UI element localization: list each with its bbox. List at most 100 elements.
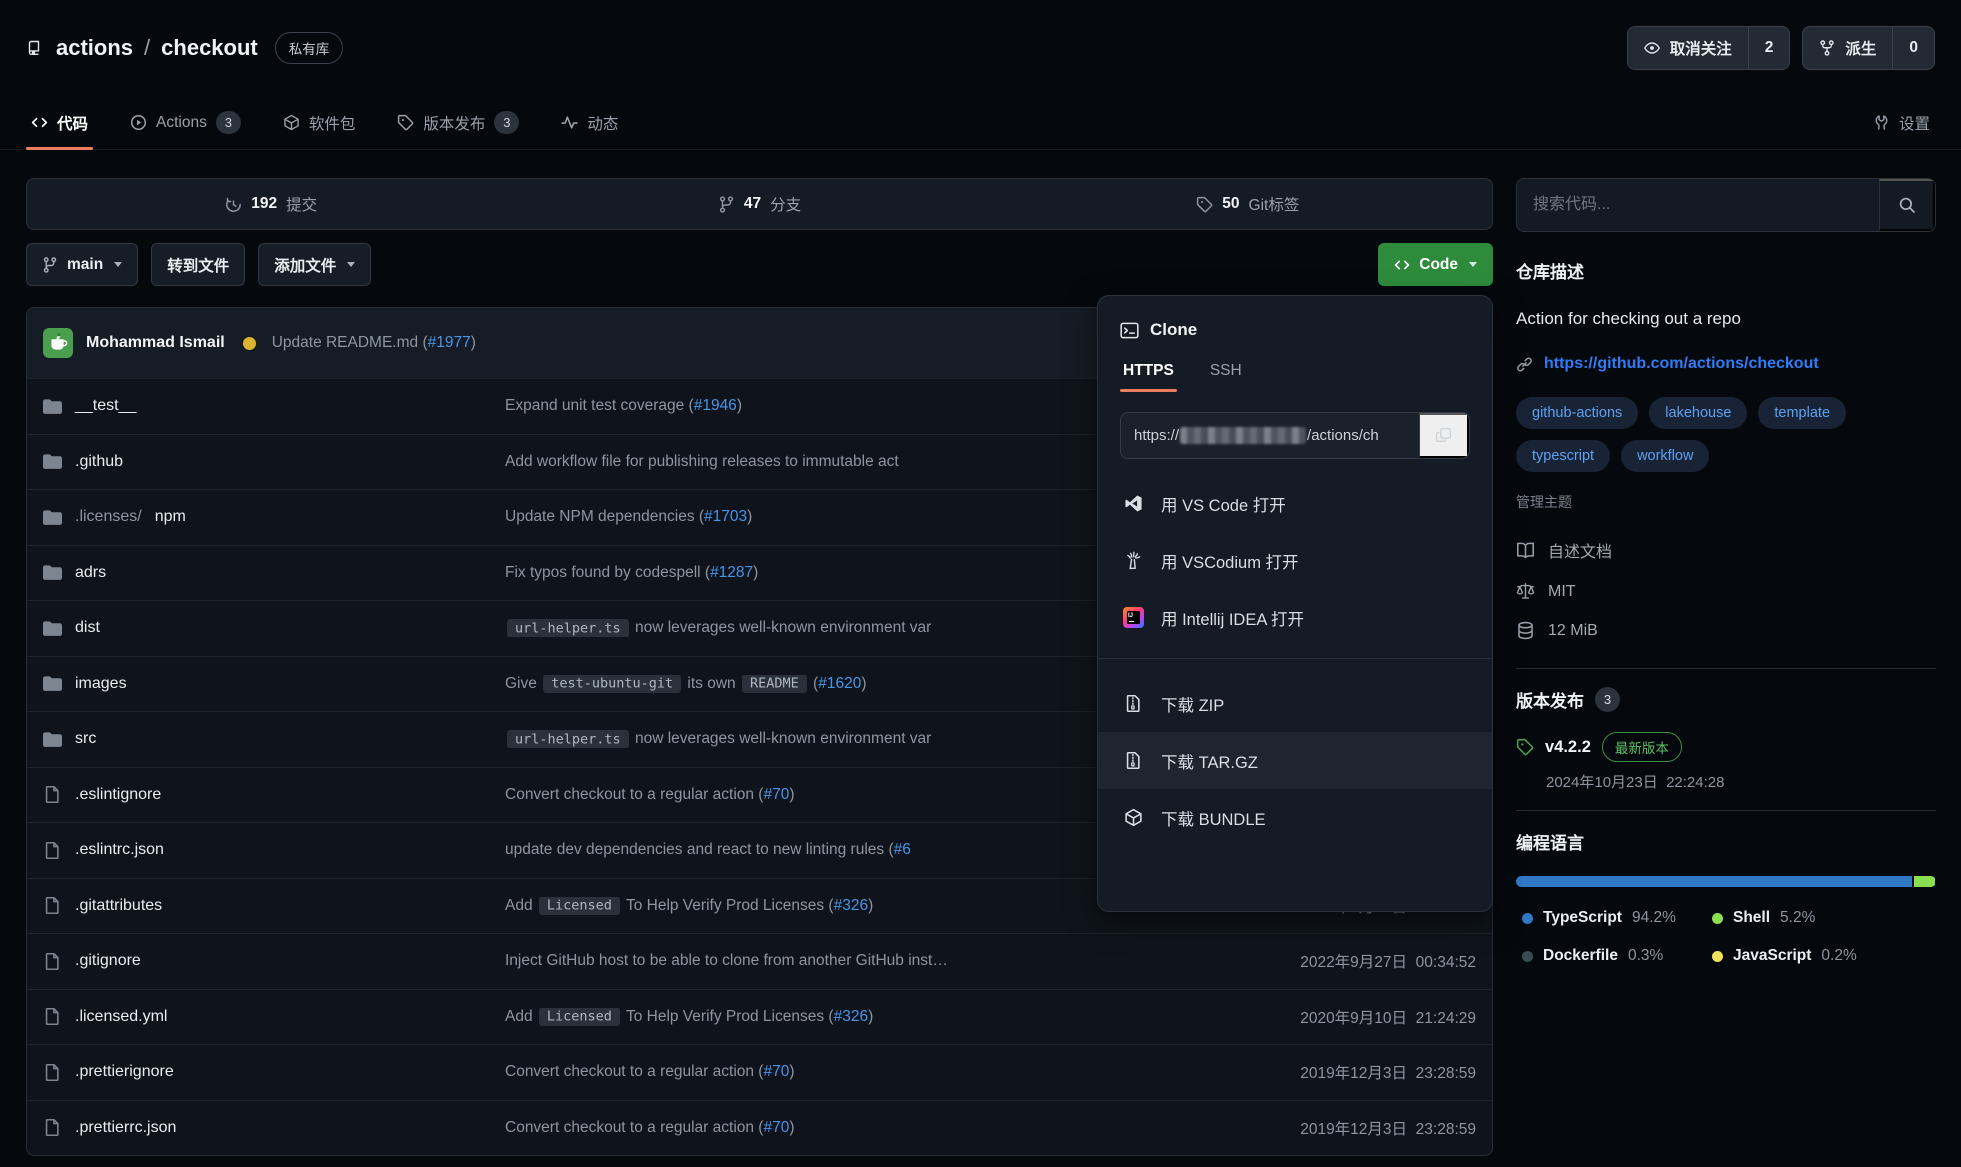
unwatch-button[interactable]: 取消关注 2 bbox=[1627, 26, 1791, 70]
commit-message-cell[interactable]: Give test-ubuntu-git its own README (#16… bbox=[505, 675, 1200, 693]
releases-heading[interactable]: 版本发布 bbox=[1516, 687, 1584, 712]
language-legend-item[interactable]: Shell5.2% bbox=[1712, 909, 1936, 927]
commit-author[interactable]: Mohammad Ismail bbox=[86, 334, 225, 352]
commit-message-cell[interactable]: url-helper.ts now leverages well-known e… bbox=[505, 730, 1200, 748]
menu-item-vscode[interactable]: 用 VS Code 打开 bbox=[1098, 475, 1492, 532]
tab-activity[interactable]: 动态 bbox=[556, 96, 623, 149]
stat-commits[interactable]: 192提交 bbox=[27, 193, 515, 215]
file-name-cell[interactable]: .eslintignore bbox=[43, 785, 505, 804]
language-bar[interactable] bbox=[1516, 876, 1936, 887]
menu-item-vscodium[interactable]: 用 VSCodium 打开 bbox=[1098, 532, 1492, 589]
issue-link[interactable]: #1620 bbox=[818, 675, 861, 692]
menu-item-zip[interactable]: 下载 ZIP bbox=[1098, 675, 1492, 732]
issue-link[interactable]: #70 bbox=[763, 1063, 789, 1080]
topic-pill[interactable]: template bbox=[1758, 397, 1846, 429]
meta-item-license[interactable]: MIT bbox=[1516, 572, 1936, 611]
commit-message-cell[interactable]: Expand unit test coverage (#1946) bbox=[505, 397, 1200, 415]
tab-settings[interactable]: 设置 bbox=[1868, 96, 1935, 149]
manage-topics-link[interactable]: 管理主题 bbox=[1516, 492, 1572, 512]
issue-link[interactable]: #70 bbox=[763, 786, 789, 803]
repo-name-link[interactable]: checkout bbox=[161, 35, 258, 61]
file-name-cell[interactable]: src bbox=[43, 730, 505, 749]
clone-url-field[interactable]: https:///actions/ch bbox=[1121, 413, 1419, 458]
branch-selector[interactable]: main bbox=[26, 243, 138, 286]
website-link[interactable]: https://github.com/actions/checkout bbox=[1544, 355, 1819, 373]
tab-code[interactable]: 代码 bbox=[26, 96, 93, 149]
topic-pill[interactable]: lakehouse bbox=[1649, 397, 1747, 429]
language-legend-item[interactable]: JavaScript0.2% bbox=[1712, 947, 1936, 965]
stat-tags[interactable]: 50Git标签 bbox=[1004, 193, 1492, 215]
forks-count[interactable]: 0 bbox=[1892, 27, 1934, 69]
tab-settings-label: 设置 bbox=[1899, 112, 1930, 134]
topic-pill[interactable]: github-actions bbox=[1516, 397, 1638, 429]
releases-heading-row: 版本发布 3 bbox=[1516, 687, 1936, 712]
code-button[interactable]: Code bbox=[1378, 243, 1493, 286]
latest-commit-message[interactable]: Update README.md (#1977) bbox=[272, 334, 476, 352]
file-name-cell[interactable]: .eslintrc.json bbox=[43, 841, 505, 860]
stat-branches[interactable]: 47分支 bbox=[515, 193, 1003, 215]
issue-link[interactable]: #326 bbox=[834, 897, 868, 914]
watchers-count[interactable]: 2 bbox=[1748, 27, 1790, 69]
language-legend-item[interactable]: TypeScript94.2% bbox=[1522, 909, 1712, 927]
commit-message-cell[interactable]: Convert checkout to a regular action (#7… bbox=[505, 1063, 1200, 1081]
commit-message-cell[interactable]: Update NPM dependencies (#1703) bbox=[505, 508, 1200, 526]
clone-tab-https[interactable]: HTTPS bbox=[1120, 362, 1177, 392]
issue-link[interactable]: #70 bbox=[763, 1119, 789, 1136]
language-legend-item[interactable]: Dockerfile0.3% bbox=[1522, 947, 1712, 965]
zip-icon bbox=[1124, 694, 1143, 713]
issue-link[interactable]: #1287 bbox=[710, 564, 753, 581]
menu-item-bundle[interactable]: 下载 BUNDLE bbox=[1098, 789, 1492, 846]
file-name-cell[interactable]: dist bbox=[43, 619, 505, 638]
menu-item-idea[interactable]: IJ用 Intellij IDEA 打开 bbox=[1098, 589, 1492, 646]
issue-link[interactable]: #6 bbox=[894, 841, 911, 858]
clone-tab-ssh[interactable]: SSH bbox=[1207, 362, 1245, 392]
fork-button[interactable]: 派生 0 bbox=[1802, 26, 1935, 70]
release-version-link[interactable]: v4.2.2 bbox=[1545, 738, 1591, 757]
issue-link[interactable]: #1977 bbox=[428, 334, 471, 351]
topic-pill[interactable]: workflow bbox=[1621, 440, 1709, 472]
commit-message-cell[interactable]: Inject GitHub host to be able to clone f… bbox=[505, 952, 1200, 970]
repo-owner-link[interactable]: actions bbox=[56, 35, 133, 61]
file-name-cell[interactable]: .gitattributes bbox=[43, 896, 505, 915]
commit-message-cell[interactable]: Add workflow file for publishing release… bbox=[505, 453, 1200, 471]
table-row[interactable]: .prettierignoreConvert checkout to a reg… bbox=[27, 1044, 1492, 1100]
goto-file-button[interactable]: 转到文件 bbox=[151, 243, 245, 286]
file-name-cell[interactable]: .gitignore bbox=[43, 952, 505, 971]
tab-releases[interactable]: 版本发布3 bbox=[392, 96, 524, 149]
search-button[interactable] bbox=[1879, 179, 1935, 231]
terminal-icon bbox=[1120, 321, 1139, 340]
file-name-cell[interactable]: images bbox=[43, 674, 505, 693]
file-name-cell[interactable]: .licensed.yml bbox=[43, 1007, 505, 1026]
issue-link[interactable]: #1946 bbox=[694, 397, 737, 414]
issue-link[interactable]: #1703 bbox=[704, 508, 747, 525]
issue-link[interactable]: #326 bbox=[834, 1008, 868, 1025]
commit-message-cell[interactable]: update dev dependencies and react to new… bbox=[505, 841, 1200, 859]
file-name-cell[interactable]: .github bbox=[43, 452, 505, 471]
menu-item-targz[interactable]: 下载 TAR.GZ bbox=[1098, 732, 1492, 789]
copy-url-button[interactable] bbox=[1419, 413, 1469, 458]
commit-message-cell[interactable]: Convert checkout to a regular action (#7… bbox=[505, 786, 1200, 804]
file-name-cell[interactable]: .prettierignore bbox=[43, 1063, 505, 1082]
commit-message-cell[interactable]: Add Licensed To Help Verify Prod License… bbox=[505, 1008, 1200, 1026]
tab-packages[interactable]: 软件包 bbox=[278, 96, 361, 149]
table-row[interactable]: .gitignoreInject GitHub host to be able … bbox=[27, 933, 1492, 989]
file-name-cell[interactable]: __test__ bbox=[43, 397, 505, 416]
file-name-cell[interactable]: adrs bbox=[43, 563, 505, 582]
commit-message-cell[interactable]: Convert checkout to a regular action (#7… bbox=[505, 1119, 1200, 1137]
clone-header: Clone bbox=[1098, 320, 1492, 340]
add-file-button[interactable]: 添加文件 bbox=[258, 243, 371, 286]
search-input[interactable] bbox=[1517, 179, 1879, 231]
table-row[interactable]: .licensed.ymlAdd Licensed To Help Verify… bbox=[27, 989, 1492, 1045]
table-row[interactable]: .prettierrc.jsonConvert checkout to a re… bbox=[27, 1100, 1492, 1156]
commit-message-cell[interactable]: Fix typos found by codespell (#1287) bbox=[505, 564, 1200, 582]
commit-message-cell[interactable]: Add Licensed To Help Verify Prod License… bbox=[505, 897, 1200, 915]
tab-actions[interactable]: Actions3 bbox=[125, 96, 246, 149]
meta-item-readme[interactable]: 自述文档 bbox=[1516, 528, 1936, 572]
commit-status-dot[interactable] bbox=[243, 337, 256, 350]
commit-message-cell[interactable]: url-helper.ts now leverages well-known e… bbox=[505, 619, 1200, 637]
file-name-cell[interactable]: .licenses/npm bbox=[43, 508, 505, 527]
topic-pill[interactable]: typescript bbox=[1516, 440, 1610, 472]
meta-item-size[interactable]: 12 MiB bbox=[1516, 611, 1936, 650]
file-name-cell[interactable]: .prettierrc.json bbox=[43, 1118, 505, 1137]
avatar[interactable] bbox=[43, 328, 73, 358]
